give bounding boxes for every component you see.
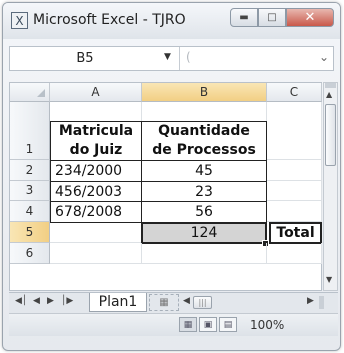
sheet-tab-plan1[interactable]: Plan1 [89,293,147,312]
cell-c2[interactable] [267,160,322,181]
page-layout-view-icon[interactable]: ▣ [199,317,217,332]
horizontal-scroll-track[interactable] [214,296,314,309]
cell-a1-line2: do Juiz [69,142,123,158]
excel-icon[interactable]: X [11,12,28,29]
minimize-icon: ▬ [239,12,249,23]
window-title: Microsoft Excel - TJRO [33,12,186,28]
last-sheet-icon[interactable]: │▶ [61,296,73,306]
close-icon: ✕ [304,10,316,25]
formula-separator-icon: ( [186,50,191,64]
scroll-up-icon[interactable]: ▲ [326,90,332,99]
row-header-5[interactable]: 5 [10,222,50,243]
column-header-c[interactable]: C [267,83,322,102]
cell-b4[interactable]: 56 [141,201,267,223]
window-controls: ▬ □ ✕ [230,8,334,27]
cell-c6[interactable] [267,243,322,264]
scroll-down-icon[interactable]: ▼ [326,275,332,284]
insert-sheet-icon[interactable]: ▦ [149,294,179,311]
cell-c1[interactable] [267,102,322,160]
maximize-icon: □ [267,12,277,23]
expand-formula-bar-icon[interactable]: ⌄ [319,50,329,64]
split-box[interactable] [325,83,336,88]
normal-view-icon[interactable]: ▦ [179,317,197,332]
scroll-left-icon[interactable]: ◀ [183,296,190,306]
name-box-value: B5 [76,51,94,66]
select-all-corner[interactable] [10,83,50,102]
cell-c5-total-label[interactable]: Total [269,222,322,244]
zoom-level[interactable]: 100% [250,318,284,332]
next-sheet-icon[interactable]: ▶ [47,296,54,306]
title-bar: X Microsoft Excel - TJRO ▬ □ ✕ [3,3,340,39]
close-button[interactable]: ✕ [286,8,334,27]
vertical-scrollbar[interactable]: ▲ ▼ [323,82,338,291]
scroll-right-icon[interactable]: ▶ [307,296,314,306]
name-box[interactable]: B5 ▼ [10,47,180,70]
first-sheet-icon[interactable]: ◀│ [15,296,27,306]
cell-b1-top [141,102,267,121]
cell-b1-line2: de Processos [152,142,256,158]
cell-a1-line1: Matricula [58,123,134,139]
row-header-6[interactable]: 6 [10,243,50,264]
cell-a4[interactable]: 678/2008 [50,201,142,223]
cell-b3[interactable]: 23 [141,181,267,202]
prev-sheet-icon[interactable]: ◀ [33,296,40,306]
minimize-button[interactable]: ▬ [230,8,258,27]
status-bar: ▦ ▣ ▤ 100% [9,313,338,336]
column-header-a[interactable]: A [50,83,142,102]
horizontal-split-box[interactable] [319,296,324,309]
cell-b6[interactable] [142,243,267,264]
row-header-4[interactable]: 4 [10,201,50,222]
horizontal-scroll-thumb[interactable]: ||| [193,296,212,309]
cell-c4[interactable] [267,201,322,222]
select-all-icon [37,89,45,97]
cell-a2[interactable]: 234/2000 [50,160,142,182]
cell-a1-top [50,102,142,121]
formula-bar: B5 ▼ ( ⌄ [9,46,334,71]
cell-a6[interactable] [50,243,142,264]
maximize-button[interactable]: □ [258,8,286,27]
page-break-view-icon[interactable]: ▤ [219,317,237,332]
excel-window: X Microsoft Excel - TJRO ▬ □ ✕ B5 ▼ ( ⌄ [2,2,341,351]
cell-c3[interactable] [267,181,322,201]
view-buttons: ▦ ▣ ▤ [179,317,237,332]
cell-b1[interactable]: Quantidade de Processos [141,121,267,161]
chevron-down-icon[interactable]: ▼ [164,52,171,62]
column-header-b[interactable]: B [142,83,267,102]
vertical-scroll-thumb[interactable] [325,104,336,166]
sheet-tab-bar: ◀│ ◀ ▶ │▶ Plan1 ▦ ◀ ||| ▶ [9,292,338,313]
row-header-2[interactable]: 2 [10,160,50,181]
row-header-1[interactable]: 1 [10,102,50,160]
cell-b5-total-value[interactable]: 124 [141,222,267,244]
worksheet-grid: A B C 1 2 3 4 5 6 Matricula do Juiz Quan… [9,82,322,291]
cell-b1-line1: Quantidade [158,123,250,139]
cell-a3[interactable]: 456/2003 [50,181,142,202]
cell-a1[interactable]: Matricula do Juiz [50,121,142,161]
cell-a5[interactable] [50,222,142,243]
row-header-3[interactable]: 3 [10,181,50,201]
cell-b2[interactable]: 45 [141,160,267,182]
